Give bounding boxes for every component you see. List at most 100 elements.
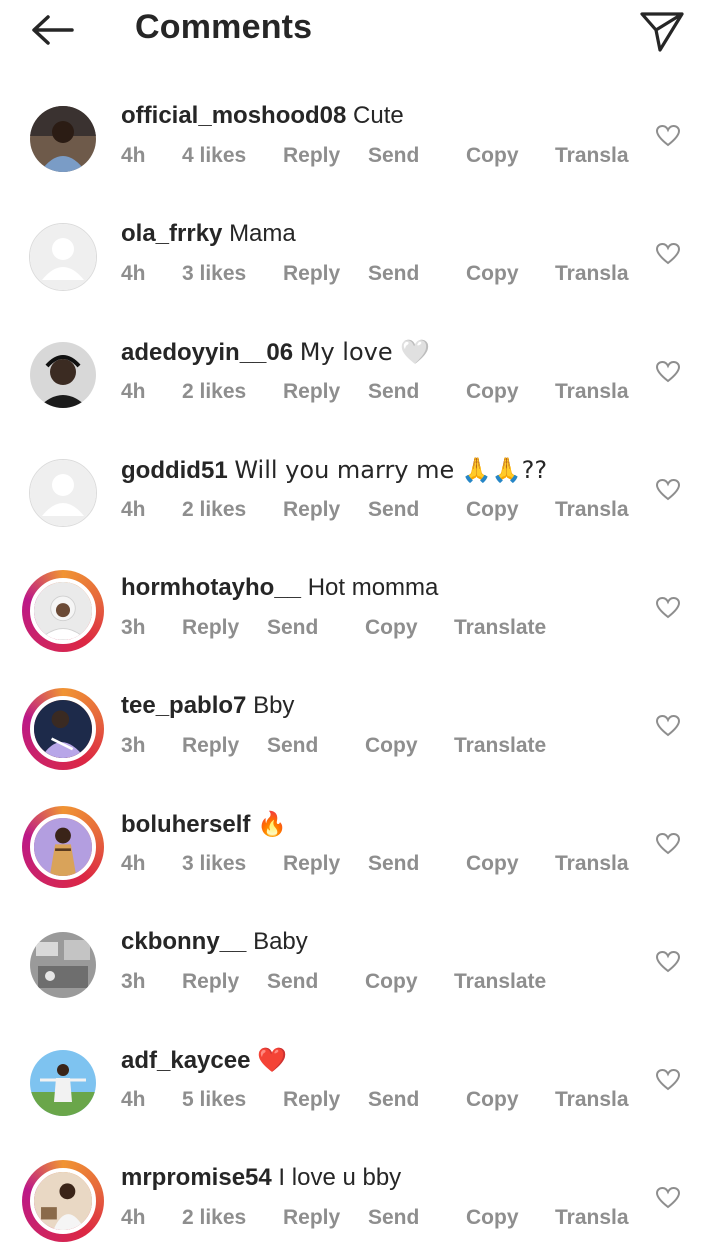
username[interactable]: official_moshood08 [121,102,346,129]
like-button[interactable] [655,713,681,739]
username[interactable]: adf_kaycee [121,1047,250,1074]
reply-button[interactable]: Reply [283,852,340,876]
likes-count[interactable]: 2 likes [182,498,246,522]
avatar-story-ring[interactable] [22,1160,104,1242]
reply-button[interactable]: Reply [283,1206,340,1230]
comment-body: I love u bby [278,1164,402,1191]
like-button[interactable] [655,359,681,385]
translate-action[interactable]: Translate [454,616,546,640]
timestamp: 4h [121,852,146,875]
reply-button[interactable]: Reply [283,1088,340,1112]
comment-row: ckbonny__ Baby 3h Reply Send Copy Transl… [0,906,720,1024]
username[interactable]: ola_frrky [121,220,222,247]
like-button[interactable] [655,595,681,621]
send-action[interactable]: Send [267,734,318,758]
reply-button[interactable]: Reply [182,734,239,758]
copy-action[interactable]: Copy [466,380,519,404]
like-button[interactable] [655,123,681,149]
profile-photo [34,700,92,758]
like-button[interactable] [655,831,681,857]
profile-photo [34,1172,92,1230]
comment-row: boluherself 🔥 4h 3 likes Reply Send Copy… [0,788,720,906]
avatar[interactable] [28,1048,98,1118]
send-action[interactable]: Send [368,144,419,168]
copy-action[interactable]: Copy [365,616,418,640]
avatar[interactable] [28,930,98,1000]
like-button[interactable] [655,241,681,267]
likes-count[interactable]: 2 likes [182,380,246,404]
like-button[interactable] [655,949,681,975]
heart-icon [655,124,681,147]
comment-text-line: adf_kaycee ❤️ [121,1046,287,1075]
comment-body: Baby [253,928,308,955]
avatar[interactable] [28,340,98,410]
avatar[interactable] [28,104,98,174]
avatar-story-ring[interactable] [22,806,104,888]
send-action[interactable]: Send [368,1088,419,1112]
translate-action[interactable]: Transla [555,852,629,876]
translate-action[interactable]: Transla [555,1088,629,1112]
avatar-story-ring[interactable] [22,570,104,652]
send-action[interactable]: Send [368,1206,419,1230]
username[interactable]: boluherself [121,811,250,838]
copy-action[interactable]: Copy [466,262,519,286]
likes-count[interactable]: 3 likes [182,852,246,876]
copy-action[interactable]: Copy [466,1088,519,1112]
avatar[interactable] [28,222,98,292]
reply-button[interactable]: Reply [283,380,340,404]
heart-icon [655,832,681,855]
copy-action[interactable]: Copy [466,1206,519,1230]
copy-action[interactable]: Copy [466,144,519,168]
reply-button[interactable]: Reply [182,970,239,994]
like-button[interactable] [655,1067,681,1093]
likes-count[interactable]: 2 likes [182,1206,246,1230]
share-button[interactable] [638,6,686,54]
translate-action[interactable]: Transla [555,1206,629,1230]
send-action[interactable]: Send [267,616,318,640]
username[interactable]: tee_pablo7 [121,692,246,719]
translate-action[interactable]: Transla [555,380,629,404]
reply-button[interactable]: Reply [283,498,340,522]
comment-body: Cute [353,102,404,129]
comment-body: Hot momma [307,574,439,601]
reply-button[interactable]: Reply [283,144,340,168]
timestamp: 4h [121,262,146,285]
copy-action[interactable]: Copy [466,852,519,876]
timestamp: 3h [121,616,146,639]
reply-button[interactable]: Reply [182,616,239,640]
translate-action[interactable]: Translate [454,734,546,758]
username[interactable]: hormhotayho__ [121,574,301,601]
send-action[interactable]: Send [368,380,419,404]
translate-action[interactable]: Translate [454,970,546,994]
username[interactable]: mrpromise54 [121,1164,272,1191]
header: Comments [0,0,720,60]
like-button[interactable] [655,477,681,503]
page-title: Comments [135,8,313,46]
comment-body: Mama [229,220,296,247]
username[interactable]: goddid51 [121,457,228,484]
username[interactable]: ckbonny__ [121,928,246,955]
username[interactable]: adedoyyin__06 [121,339,293,366]
copy-action[interactable]: Copy [466,498,519,522]
likes-count[interactable]: 5 likes [182,1088,246,1112]
profile-photo [30,106,96,172]
avatar[interactable] [28,458,98,528]
translate-action[interactable]: Transla [555,144,629,168]
copy-action[interactable]: Copy [365,734,418,758]
profile-photo [34,818,92,876]
send-action[interactable]: Send [267,970,318,994]
likes-count[interactable]: 4 likes [182,144,246,168]
translate-action[interactable]: Transla [555,498,629,522]
send-action[interactable]: Send [368,852,419,876]
back-button[interactable] [28,10,78,50]
avatar-story-ring[interactable] [22,688,104,770]
comment-text-line: official_moshood08 Cute [121,102,404,130]
reply-button[interactable]: Reply [283,262,340,286]
send-action[interactable]: Send [368,498,419,522]
translate-action[interactable]: Transla [555,262,629,286]
copy-action[interactable]: Copy [365,970,418,994]
send-action[interactable]: Send [368,262,419,286]
timestamp: 4h [121,1206,146,1229]
likes-count[interactable]: 3 likes [182,262,246,286]
like-button[interactable] [655,1185,681,1211]
